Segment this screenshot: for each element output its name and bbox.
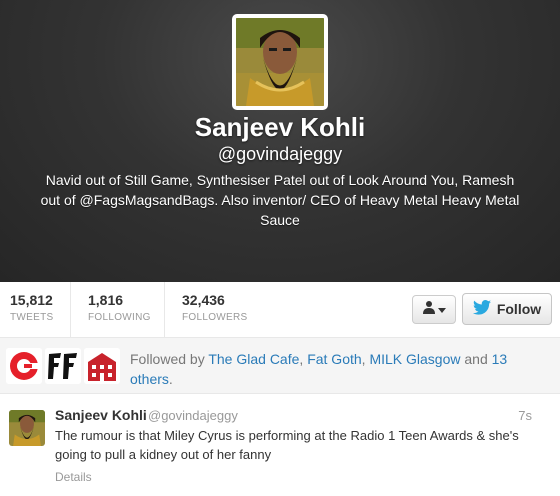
- glad-cafe-avatar[interactable]: [6, 348, 42, 384]
- stat-followers[interactable]: 32,436 FOLLOWERS: [172, 282, 282, 338]
- person-icon: [422, 300, 436, 319]
- milk-glasgow-avatar[interactable]: [84, 348, 120, 384]
- stat-following[interactable]: 1,816 FOLLOWING: [78, 282, 165, 338]
- follow-label: Follow: [496, 301, 542, 317]
- tweet-text: The rumour is that Miley Cyrus is perfor…: [55, 428, 519, 462]
- stat-tweets-value: 15,812: [10, 292, 53, 308]
- stat-tweets-label: TWEETS: [10, 312, 54, 323]
- stat-tweets[interactable]: 15,812 TWEETS: [0, 282, 71, 338]
- profile-name: Sanjeev Kohli: [194, 112, 366, 142]
- caret-down-icon: [438, 301, 446, 319]
- profile-bio: Navid out of Still Game, Synthesiser Pat…: [40, 172, 520, 228]
- profile-handle: @govindajeggy: [217, 144, 343, 164]
- followed-by-text: Followed by The Glad Cafe, Fat Goth, MIL…: [130, 349, 550, 389]
- follower-link-fat-goth[interactable]: Fat Goth: [307, 351, 361, 367]
- followed-sep-2: ,: [361, 351, 366, 367]
- follower-link-glad-cafe[interactable]: The Glad Cafe: [208, 351, 299, 367]
- stat-following-value: 1,816: [88, 292, 124, 308]
- tweet-item[interactable]: Sanjeev Kohli @govindajeggy 7s The rumou…: [0, 394, 560, 496]
- tweet-avatar[interactable]: [9, 410, 45, 446]
- fat-goth-avatar[interactable]: [45, 348, 81, 384]
- profile-avatar[interactable]: [232, 14, 328, 110]
- followed-sep-1: ,: [299, 351, 304, 367]
- follow-button[interactable]: Follow: [462, 293, 552, 325]
- tweet-author-handle[interactable]: @govindajeggy: [148, 408, 238, 423]
- bird-icon: [472, 300, 491, 318]
- stat-following-label: FOLLOWING: [88, 312, 151, 323]
- followed-by-section: Followed by The Glad Cafe, Fat Goth, MIL…: [0, 338, 560, 394]
- followed-end: .: [168, 371, 173, 387]
- tweet-timestamp[interactable]: 7s: [518, 408, 532, 423]
- followed-by-and: and: [464, 351, 488, 367]
- followed-by-prefix: Followed by: [130, 351, 205, 367]
- user-actions-button[interactable]: [412, 295, 456, 324]
- profile-header: Sanjeev Kohli @govindajeggy Navid out of…: [0, 0, 560, 282]
- follower-link-milk-glasgow[interactable]: MILK Glasgow: [369, 351, 460, 367]
- tweet-details-link[interactable]: Details: [55, 470, 92, 484]
- stat-followers-value: 32,436: [182, 292, 225, 308]
- tweet-author-name[interactable]: Sanjeev Kohli: [55, 407, 147, 423]
- stat-followers-label: FOLLOWERS: [182, 312, 248, 323]
